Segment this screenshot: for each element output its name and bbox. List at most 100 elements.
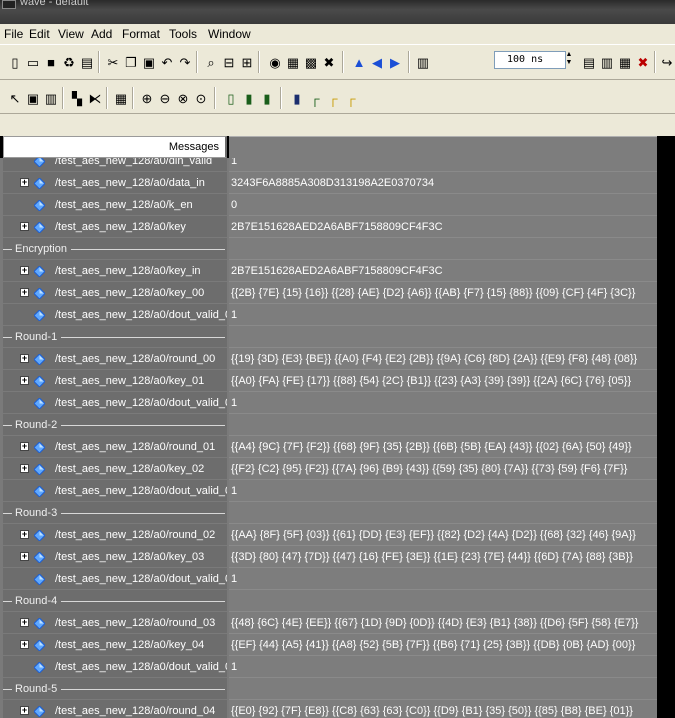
zoom-cursor-icon[interactable]: ⊙ xyxy=(192,89,210,107)
signal-value[interactable]: {{19} {3D} {E3} {BE}} {{A0} {F4} {E2} {2… xyxy=(229,348,657,370)
wave-compare-icon[interactable]: ▦ xyxy=(112,89,130,107)
signal-value[interactable]: {{E0} {92} {7F} {E8}} {{C8} {63} {63} {C… xyxy=(229,700,657,718)
signal-value[interactable]: 1 xyxy=(229,158,657,172)
expand-toggle-icon[interactable]: + xyxy=(20,222,29,231)
signal-row[interactable]: + /test_aes_new_128/a0/key_03 xyxy=(3,546,227,568)
expand-toggle-icon[interactable]: + xyxy=(20,640,29,649)
signal-value[interactable]: {{3D} {80} {47} {7D}} {{47} {16} {FE} {3… xyxy=(229,546,657,568)
signal-row[interactable]: /test_aes_new_128/a0/dout_valid_02 xyxy=(3,480,227,502)
expand-toggle-icon[interactable]: + xyxy=(20,530,29,539)
zoom-mode-icon[interactable]: ▣ xyxy=(24,89,42,107)
find-next-transition-icon[interactable]: ▮ xyxy=(240,89,258,107)
find-falling-edge-icon[interactable]: ▮ xyxy=(258,89,276,107)
save-icon[interactable]: ■ xyxy=(42,53,60,71)
signal-row[interactable]: /test_aes_new_128/a0/k_en xyxy=(3,194,227,216)
signal-row[interactable]: + /test_aes_new_128/a0/round_00 xyxy=(3,348,227,370)
expand-toggle-icon[interactable]: + xyxy=(20,618,29,627)
signal-value[interactable]: {{A0} {FA} {FE} {17}} {{88} {54} {2C} {B… xyxy=(229,370,657,392)
signal-value[interactable]: 1 xyxy=(229,304,657,326)
print-icon[interactable]: ▤ xyxy=(78,53,96,71)
find-rising-edge-icon[interactable]: ▮ xyxy=(288,89,306,107)
zoom-in-icon[interactable]: ⊕ xyxy=(138,89,156,107)
menu-tools[interactable]: Tools xyxy=(169,27,197,41)
simulate-icon[interactable]: ▩ xyxy=(302,53,320,71)
undo-icon[interactable]: ↶ xyxy=(158,53,176,71)
zoom-out-icon[interactable]: ⊖ xyxy=(156,89,174,107)
paste-icon[interactable]: ▣ xyxy=(140,53,158,71)
signal-value[interactable]: 1 xyxy=(229,656,657,678)
up-arrow-icon[interactable]: ▲ xyxy=(350,53,368,71)
signal-row[interactable]: /test_aes_new_128/a0/din_valid xyxy=(3,158,227,172)
menu-window[interactable]: Window xyxy=(208,27,251,41)
forward-arrow-icon[interactable]: ▶ xyxy=(386,53,404,71)
signal-row[interactable]: + /test_aes_new_128/a0/data_in xyxy=(3,172,227,194)
edit-mode-icon[interactable]: ▥ xyxy=(42,89,60,107)
step-rising-icon[interactable]: ┌ xyxy=(306,89,324,107)
signal-row[interactable]: + /test_aes_new_128/a0/round_02 xyxy=(3,524,227,546)
signal-value[interactable]: 0 xyxy=(229,194,657,216)
expand-toggle-icon[interactable]: + xyxy=(20,706,29,715)
expand-toggle-icon[interactable]: + xyxy=(20,552,29,561)
menu-add[interactable]: Add xyxy=(91,27,112,41)
signal-row[interactable]: + /test_aes_new_128/a0/key_02 xyxy=(3,458,227,480)
signal-value[interactable]: 1 xyxy=(229,480,657,502)
signal-value[interactable]: {{48} {6C} {4E} {EE}} {{67} {1D} {9D} {0… xyxy=(229,612,657,634)
open-folder-icon[interactable]: ▭ xyxy=(24,53,42,71)
divider-row[interactable]: Round-1 xyxy=(3,326,227,348)
signal-row[interactable]: /test_aes_new_128/a0/dout_valid_04 xyxy=(3,656,227,678)
divider-row[interactable]: Round-3 xyxy=(3,502,227,524)
compile-all-icon[interactable]: ▦ xyxy=(284,53,302,71)
signal-value[interactable]: {{EF} {44} {A5} {41}} {{A8} {52} {5B} {7… xyxy=(229,634,657,656)
expand-toggle-icon[interactable]: + xyxy=(20,464,29,473)
signal-row[interactable]: + /test_aes_new_128/a0/round_03 xyxy=(3,612,227,634)
insert-cursor-icon[interactable]: ▚ xyxy=(68,89,86,107)
signal-row[interactable]: /test_aes_new_128/a0/dout_valid_00 xyxy=(3,304,227,326)
signal-value[interactable]: {{AA} {8F} {5F} {03}} {{61} {DD} {E3} {E… xyxy=(229,524,657,546)
back-arrow-icon[interactable]: ◀ xyxy=(368,53,386,71)
run-length-spinner[interactable]: ▲ ▼ xyxy=(564,51,574,69)
expand-toggle-icon[interactable]: + xyxy=(20,442,29,451)
signal-row[interactable]: + /test_aes_new_128/a0/key_04 xyxy=(3,634,227,656)
signal-value[interactable]: {{F2} {C2} {95} {F2}} {{7A} {96} {B9} {4… xyxy=(229,458,657,480)
menu-file[interactable]: File xyxy=(4,27,23,41)
break-icon[interactable]: ✖ xyxy=(320,53,338,71)
waveform-area[interactable] xyxy=(657,158,675,718)
signal-row[interactable]: /test_aes_new_128/a0/dout_valid_01 xyxy=(3,392,227,414)
expand-toggle-icon[interactable]: + xyxy=(20,288,29,297)
delete-cursor-icon[interactable]: ⧔ xyxy=(86,89,104,107)
menu-edit[interactable]: Edit xyxy=(29,27,50,41)
select-pointer-icon[interactable]: ↖ xyxy=(6,89,24,107)
find-icon[interactable]: ⌕ xyxy=(202,53,220,71)
signal-row[interactable]: + /test_aes_new_128/a0/round_04 xyxy=(3,700,227,718)
signal-name-header[interactable]: Messages xyxy=(3,136,227,158)
divider-row[interactable]: Encryption xyxy=(3,238,227,260)
continue-icon[interactable]: ▥ xyxy=(598,53,616,71)
step-icon[interactable]: ↪ xyxy=(658,53,675,71)
signal-value[interactable]: 2B7E151628AED2A6ABF7158809CF4F3C xyxy=(229,260,657,282)
expand-all-icon[interactable]: ⊞ xyxy=(238,53,256,71)
new-file-icon[interactable]: ▯ xyxy=(6,53,24,71)
find-previous-transition-icon[interactable]: ▯ xyxy=(222,89,240,107)
signal-value[interactable]: {{A4} {9C} {7F} {F2}} {{68} {9F} {35} {2… xyxy=(229,436,657,458)
reload-icon[interactable]: ♻ xyxy=(60,53,78,71)
copy-icon[interactable]: ❐ xyxy=(122,53,140,71)
signal-value[interactable]: 3243F6A8885A308D313198A2E0370734 xyxy=(229,172,657,194)
expand-toggle-icon[interactable]: + xyxy=(20,354,29,363)
signal-value[interactable]: {{2B} {7E} {15} {16}} {{28} {AE} {D2} {A… xyxy=(229,282,657,304)
signal-row[interactable]: /test_aes_new_128/a0/dout_valid_03 xyxy=(3,568,227,590)
compile-icon[interactable]: ◉ xyxy=(266,53,284,71)
divider-row[interactable]: Round-2 xyxy=(3,414,227,436)
redo-icon[interactable]: ↷ xyxy=(176,53,194,71)
expand-toggle-icon[interactable]: + xyxy=(20,178,29,187)
divider-row[interactable]: Round-4 xyxy=(3,590,227,612)
menu-format[interactable]: Format xyxy=(122,27,160,41)
run-all-icon[interactable]: ▦ xyxy=(616,53,634,71)
signal-value[interactable]: 1 xyxy=(229,392,657,414)
signal-row[interactable]: + /test_aes_new_128/a0/key_01 xyxy=(3,370,227,392)
divider-row[interactable]: Round-5 xyxy=(3,678,227,700)
step-any-icon[interactable]: ┌ xyxy=(342,89,360,107)
run-length-input[interactable]: 100 ns xyxy=(494,51,566,69)
break-sim-icon[interactable]: ✖ xyxy=(634,53,652,71)
zoom-full-icon[interactable]: ⊗ xyxy=(174,89,192,107)
menu-view[interactable]: View xyxy=(58,27,84,41)
